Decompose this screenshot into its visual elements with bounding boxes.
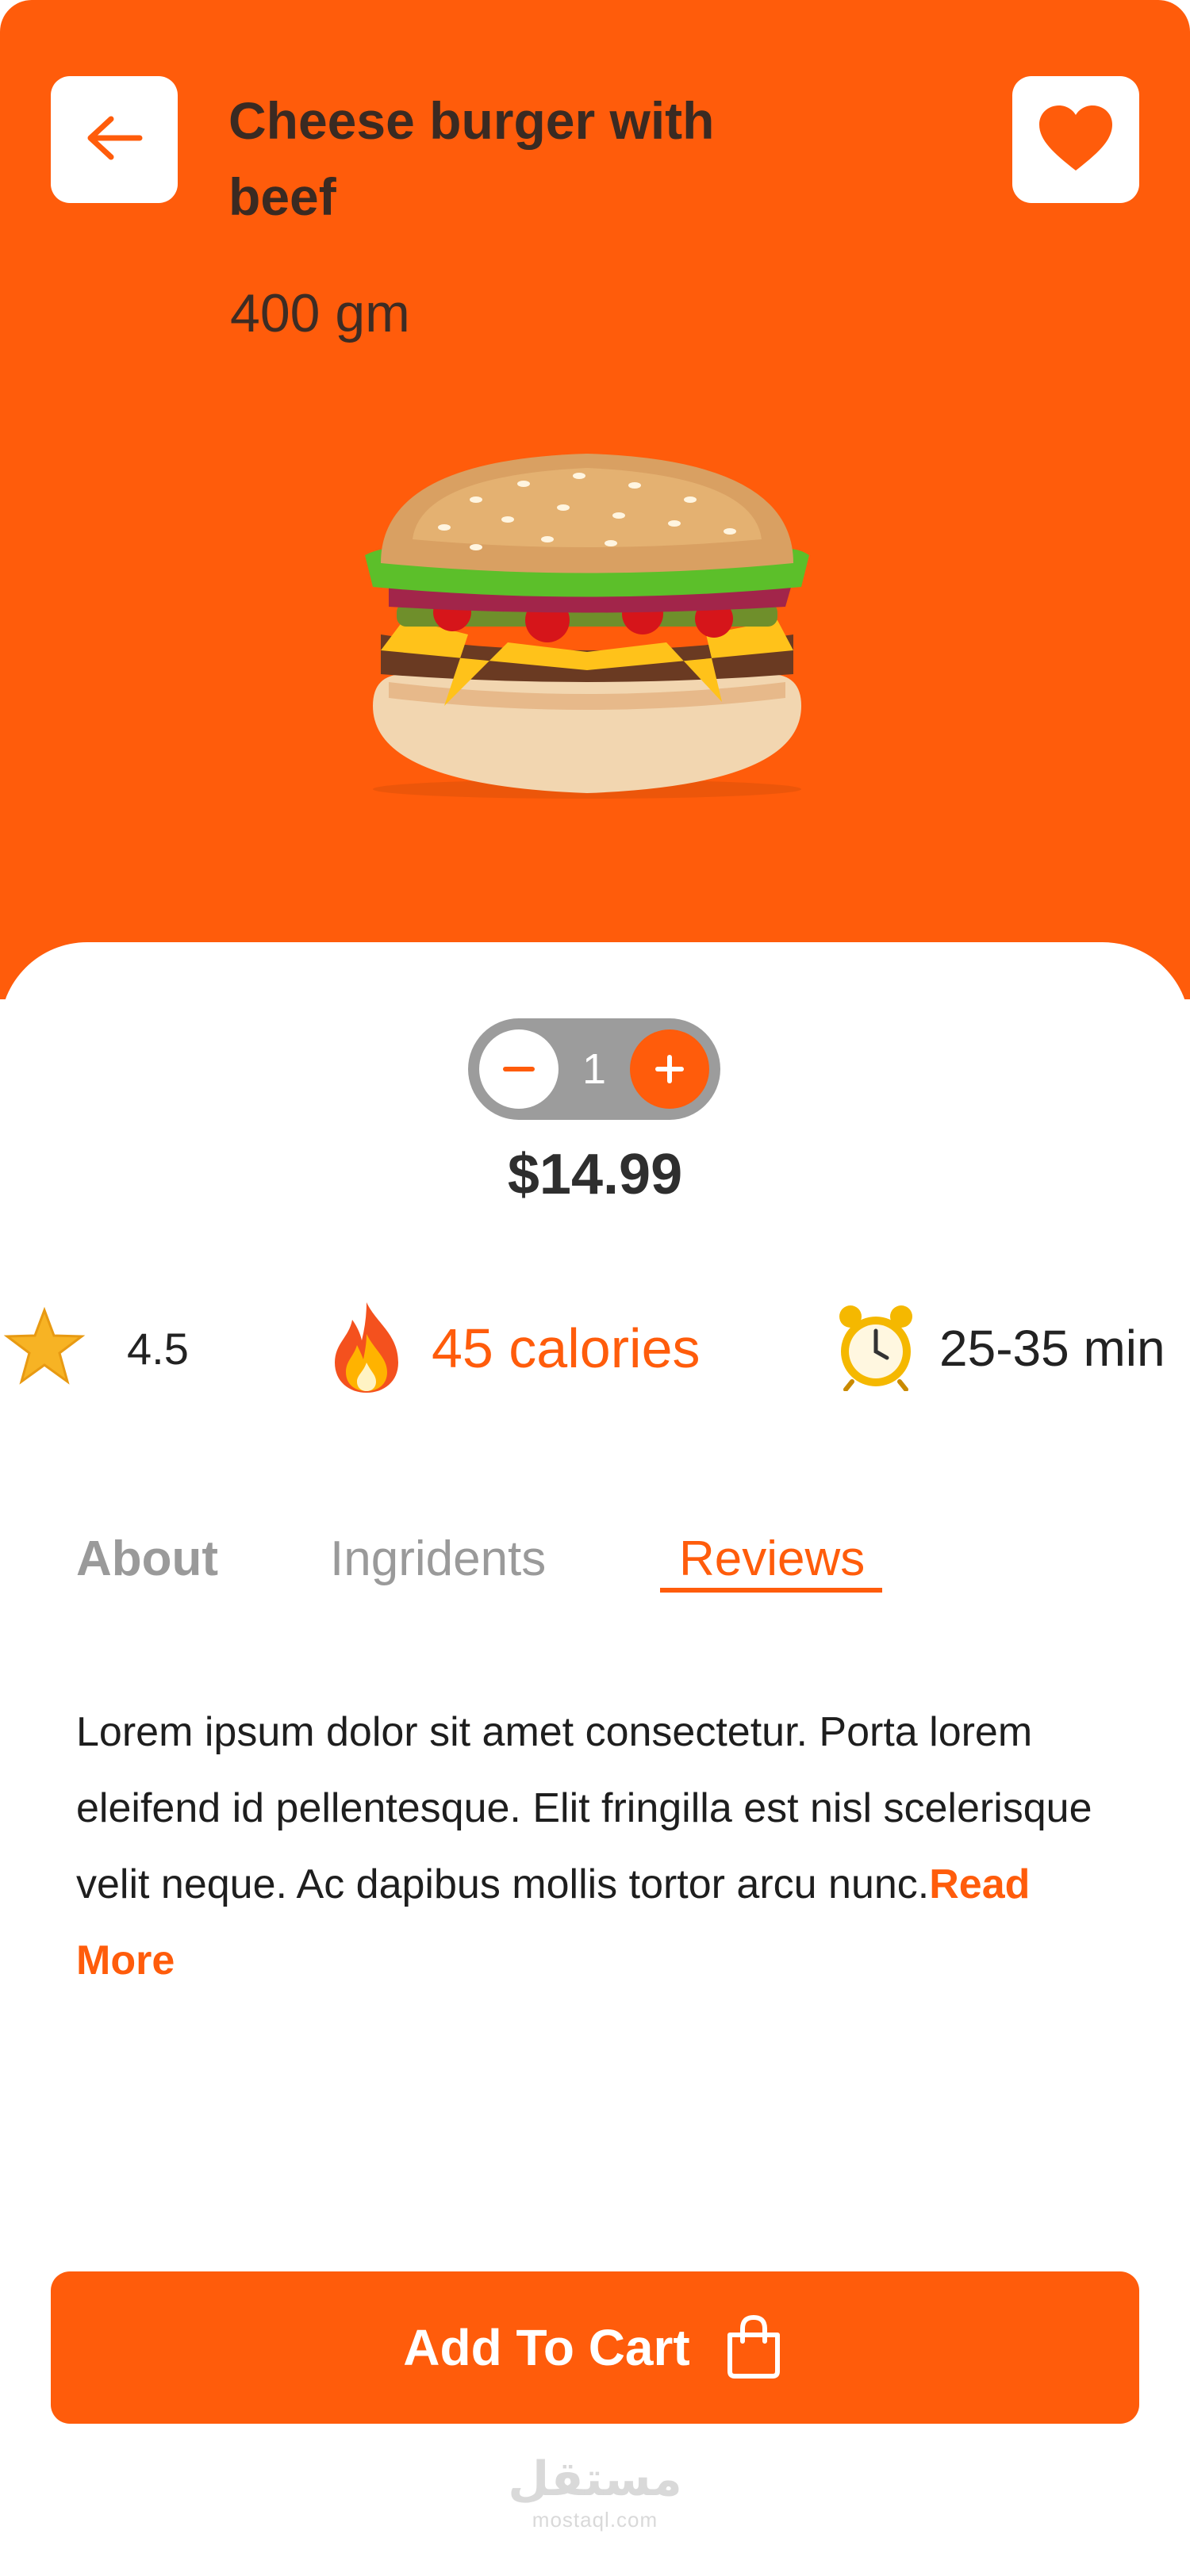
watermark-latin: mostaql.com bbox=[532, 2508, 658, 2532]
add-to-cart-label: Add To Cart bbox=[403, 2319, 690, 2376]
burger-image bbox=[349, 444, 825, 805]
tab-reviews[interactable]: Reviews bbox=[679, 1531, 865, 1587]
star-icon bbox=[3, 1306, 86, 1390]
product-title: Cheese burger with beef bbox=[228, 91, 715, 226]
alarm-clock-icon bbox=[835, 1302, 917, 1395]
arrow-left-icon bbox=[84, 114, 144, 166]
fire-icon bbox=[328, 1299, 405, 1398]
quantity-value: 1 bbox=[582, 1045, 607, 1093]
watermark-logo: مستقل mostaql.com bbox=[0, 2455, 1190, 2532]
product-hero: Cheese burger with beef 400 gm bbox=[0, 0, 1190, 999]
active-tab-indicator bbox=[660, 1588, 882, 1593]
tab-about[interactable]: About bbox=[76, 1531, 218, 1587]
add-to-cart-button[interactable]: Add To Cart bbox=[51, 2271, 1139, 2424]
back-button[interactable] bbox=[51, 76, 178, 203]
increment-button[interactable] bbox=[630, 1029, 709, 1109]
calories-stat: 45 calories bbox=[328, 1301, 701, 1396]
watermark-arabic: مستقل bbox=[508, 2451, 682, 2507]
time-stat: 25-35 min bbox=[835, 1301, 1165, 1396]
rating-stat: 4.5 bbox=[3, 1301, 189, 1396]
product-weight: 400 gm bbox=[230, 283, 410, 343]
shopping-bag-icon bbox=[720, 2313, 787, 2383]
heart-icon bbox=[1038, 104, 1114, 176]
favorite-button[interactable] bbox=[1012, 76, 1139, 203]
quantity-stepper: 1 bbox=[468, 1018, 720, 1120]
product-price: $14.99 bbox=[507, 1143, 683, 1206]
tab-ingredients[interactable]: Ingridents bbox=[330, 1531, 546, 1587]
calories-value: 45 calories bbox=[432, 1317, 701, 1379]
rating-value: 4.5 bbox=[127, 1323, 189, 1374]
decrement-button[interactable] bbox=[479, 1029, 559, 1109]
product-description: Lorem ipsum dolor sit amet consectetur. … bbox=[76, 1694, 1123, 1999]
time-value: 25-35 min bbox=[939, 1320, 1165, 1377]
